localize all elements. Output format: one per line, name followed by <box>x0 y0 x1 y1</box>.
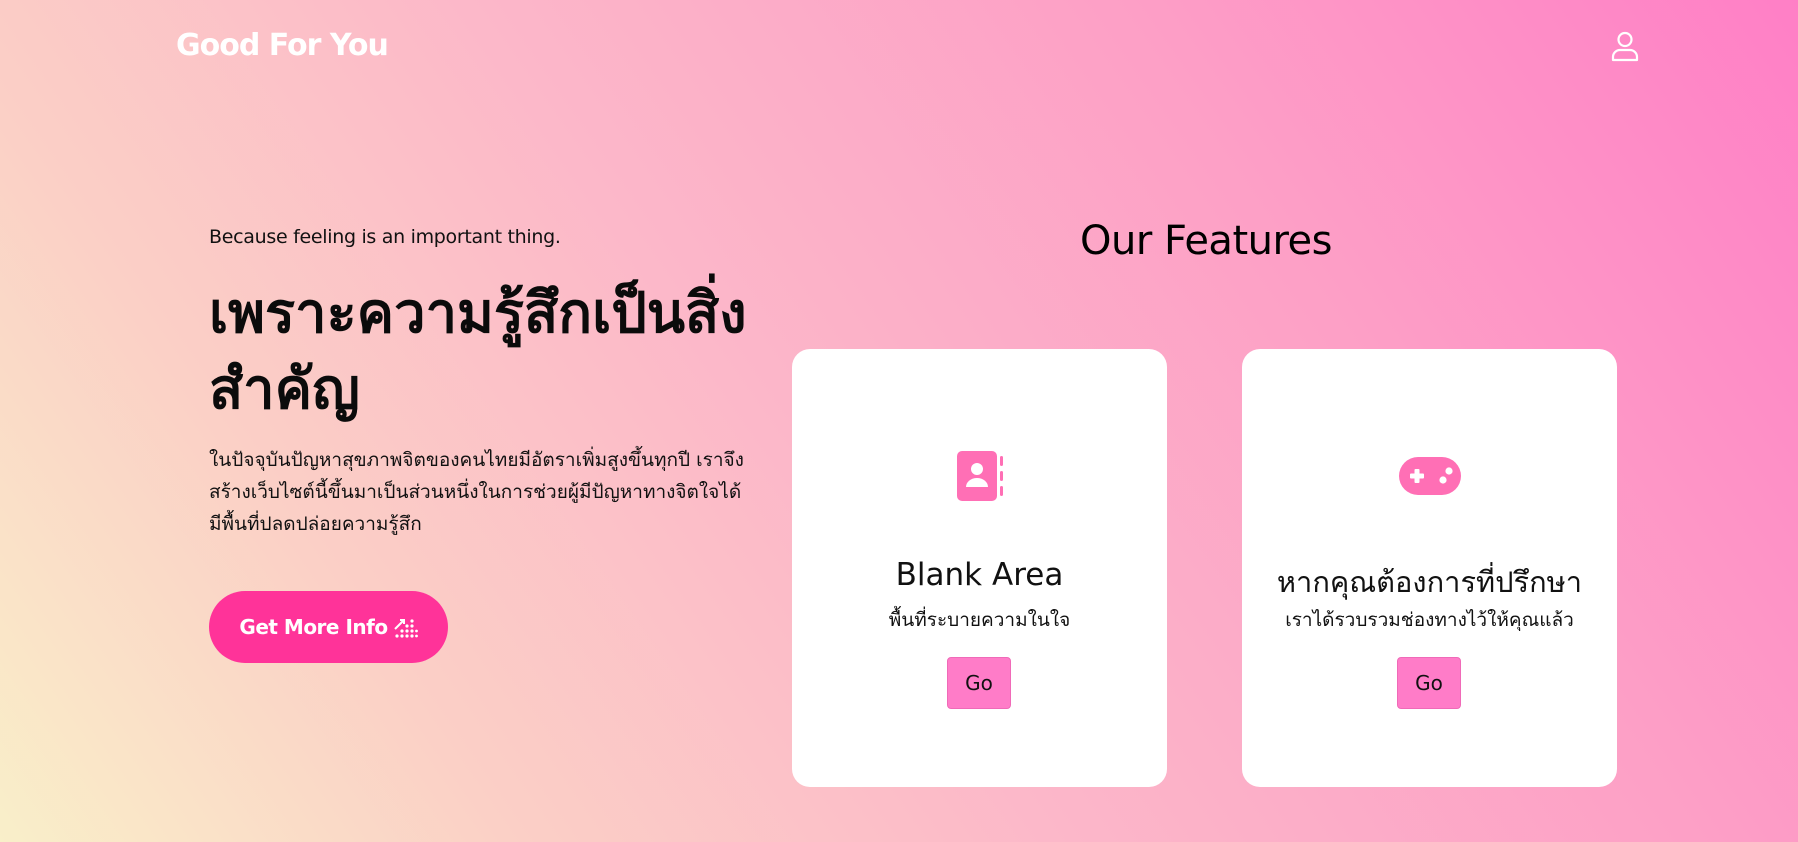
card-title: หากคุณต้องการที่ปรึกษา <box>1276 565 1583 599</box>
card-subtitle: เราได้รวบรวมช่องทางไว้ให้คุณแล้ว <box>1285 609 1574 631</box>
go-button-blank-area[interactable]: Go <box>947 657 1011 709</box>
hero-title: เพราะความรู้สึกเป็นสิ่งสำคัญ <box>209 281 747 422</box>
card-title: Blank Area <box>895 557 1064 593</box>
hero-tagline: Because feeling is an important thing. <box>209 226 561 248</box>
hero-description: ในปัจจุบันปัญหาสุขภาพจิตของคนไทยมีอัตราเ… <box>209 449 744 535</box>
user-icon[interactable] <box>1610 30 1640 62</box>
feature-card-consultant: หากคุณต้องการที่ปรึกษา เราได้รวบรวมช่องท… <box>1242 349 1617 787</box>
feature-card-blank-area: Blank Area พื้นที่ระบายความในใจ Go <box>792 349 1167 787</box>
chart-dots-icon <box>393 616 418 638</box>
card-subtitle: พื้นที่ระบายความในใจ <box>888 609 1071 631</box>
brand-logo[interactable]: Good For You <box>176 28 389 63</box>
contact-book-icon <box>792 449 1167 503</box>
go-button-consultant[interactable]: Go <box>1397 657 1461 709</box>
hero-section: Because feeling is an important thing. เ… <box>209 226 749 540</box>
features-heading: Our Features <box>1080 218 1333 264</box>
get-more-info-button[interactable]: Get More Info <box>209 591 448 663</box>
get-more-info-label: Get More Info <box>239 615 388 639</box>
gamepad-icon <box>1242 449 1617 503</box>
navbar: Good For You <box>0 0 1798 100</box>
